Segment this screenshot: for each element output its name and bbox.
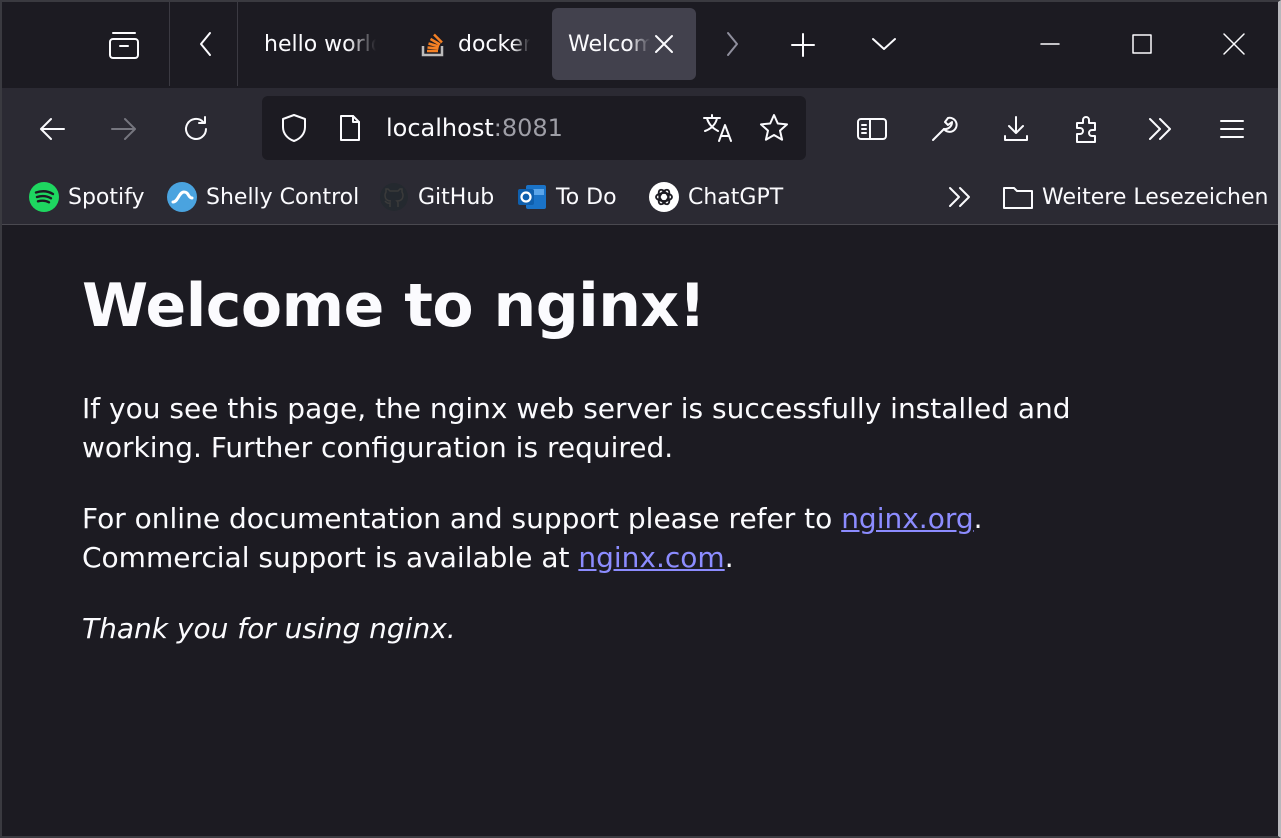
more-tools-button[interactable]: [1138, 108, 1182, 150]
reader-view-button[interactable]: [850, 108, 894, 150]
thanks-paragraph: Thank you for using nginx.: [82, 609, 456, 648]
support-line-1: For online documentation and support ple…: [82, 499, 983, 538]
nginx-com-link[interactable]: nginx.com: [578, 541, 724, 574]
hamburger-menu-icon: [1220, 120, 1244, 138]
tab-label: hello world: [264, 31, 376, 57]
page-heading: Welcome to nginx!: [82, 271, 706, 341]
commercial-text: Commercial support is available at: [82, 541, 579, 574]
folder-icon: [1002, 181, 1034, 213]
wrench-icon: [932, 116, 958, 141]
shelly-icon: [166, 181, 198, 213]
bookmark-page-button[interactable]: [754, 110, 794, 146]
bookmarks-toolbar: Spotify Shelly Control GitHub To Do Chat…: [0, 170, 1281, 225]
translate-button[interactable]: [698, 110, 738, 146]
tab-label: docker: [458, 31, 530, 57]
more-bookmarks-button[interactable]: [940, 180, 980, 214]
spotify-icon: [28, 181, 60, 213]
double-chevron-right-icon: [1149, 118, 1171, 140]
bookmark-label: Shelly Control: [206, 184, 360, 210]
minimize-button[interactable]: [1026, 22, 1074, 66]
firefox-view-button[interactable]: [102, 24, 146, 66]
thanks-text: Thank you for using nginx.: [82, 612, 456, 645]
bookmark-label: Spotify: [68, 184, 145, 210]
list-all-tabs-button[interactable]: [862, 24, 906, 64]
support-line-2: Commercial support is available at nginx…: [82, 538, 983, 577]
close-tab-button[interactable]: [650, 30, 678, 58]
reload-button[interactable]: [174, 108, 218, 150]
reload-icon: [185, 116, 207, 140]
tab-docker[interactable]: docker: [408, 8, 542, 80]
period-text: .: [724, 541, 734, 574]
arrow-right-icon: [111, 118, 136, 140]
tab-strip-divider: [237, 2, 238, 86]
arrow-left-icon: [40, 118, 65, 140]
bookmark-github[interactable]: GitHub: [378, 180, 494, 214]
chatgpt-icon: [648, 181, 680, 213]
tab-strip-divider: [169, 2, 170, 86]
star-icon: [760, 114, 788, 141]
stackoverflow-icon: [420, 31, 446, 57]
chevron-left-icon: [200, 32, 211, 56]
url-host: localhost: [386, 114, 494, 142]
tab-hello-world[interactable]: hello world: [252, 8, 392, 80]
tab-strip: hello world docker Welcome to nginx!: [0, 0, 1281, 88]
sidebar-icon: [857, 118, 887, 140]
intro-paragraph: If you see this page, the nginx web serv…: [82, 389, 1071, 467]
bookmark-spotify[interactable]: Spotify: [28, 180, 145, 214]
bookmark-label: ChatGPT: [688, 184, 784, 210]
address-bar[interactable]: localhost:8081: [262, 96, 806, 160]
chevron-down-icon: [872, 38, 896, 50]
close-icon: [1223, 33, 1245, 55]
outlook-icon: [516, 181, 548, 213]
support-paragraph: For online documentation and support ple…: [82, 499, 983, 577]
support-text: For online documentation and support ple…: [82, 502, 842, 535]
chevron-right-icon: [727, 32, 738, 56]
bookmark-shelly-control[interactable]: Shelly Control: [166, 180, 359, 214]
url-port: :8081: [493, 114, 563, 142]
double-chevron-right-icon: [949, 187, 970, 207]
application-menu-button[interactable]: [1210, 108, 1254, 150]
tracking-protection-button[interactable]: [276, 110, 312, 146]
intro-line-1: If you see this page, the nginx web serv…: [82, 392, 1071, 425]
bookmark-chatgpt[interactable]: ChatGPT: [648, 180, 783, 214]
page-icon: [340, 115, 360, 141]
tab-welcome-nginx[interactable]: Welcome to nginx!: [552, 8, 696, 80]
maximize-button[interactable]: [1118, 22, 1166, 66]
scroll-tabs-left-button[interactable]: [186, 24, 226, 64]
navigation-toolbar: localhost:8081: [0, 88, 1281, 170]
minimize-icon: [1040, 43, 1060, 45]
back-button[interactable]: [30, 108, 74, 150]
developer-tools-button[interactable]: [922, 108, 966, 150]
nginx-org-link[interactable]: nginx.org: [841, 502, 973, 535]
download-icon: [1004, 116, 1028, 141]
puzzle-icon: [1076, 116, 1096, 143]
bookmark-label: GitHub: [418, 184, 495, 210]
other-bookmarks-folder[interactable]: Weitere Lesezeichen: [1002, 180, 1268, 214]
scroll-tabs-right-button[interactable]: [712, 24, 752, 64]
url-text[interactable]: localhost:8081: [386, 114, 563, 142]
bookmark-label: To Do: [556, 184, 617, 210]
site-info-button[interactable]: [332, 110, 368, 146]
bookmark-to-do[interactable]: To Do: [516, 180, 617, 214]
tab-label: Welcome to nginx!: [568, 31, 650, 57]
github-icon: [378, 181, 410, 213]
downloads-button[interactable]: [994, 108, 1038, 150]
translate-icon: [703, 114, 732, 142]
other-bookmarks-label: Weitere Lesezeichen: [1042, 184, 1269, 210]
shield-icon: [282, 114, 306, 142]
forward-button[interactable]: [102, 108, 146, 150]
close-icon: [655, 35, 673, 53]
close-window-button[interactable]: [1210, 22, 1258, 66]
plus-icon: [791, 33, 815, 57]
intro-line-2: working. Further configuration is requir…: [82, 431, 674, 464]
new-tab-button[interactable]: [782, 24, 824, 66]
maximize-icon: [1132, 34, 1152, 54]
period-text: .: [973, 502, 983, 535]
extensions-button[interactable]: [1066, 108, 1110, 150]
archive-icon: [109, 32, 139, 59]
